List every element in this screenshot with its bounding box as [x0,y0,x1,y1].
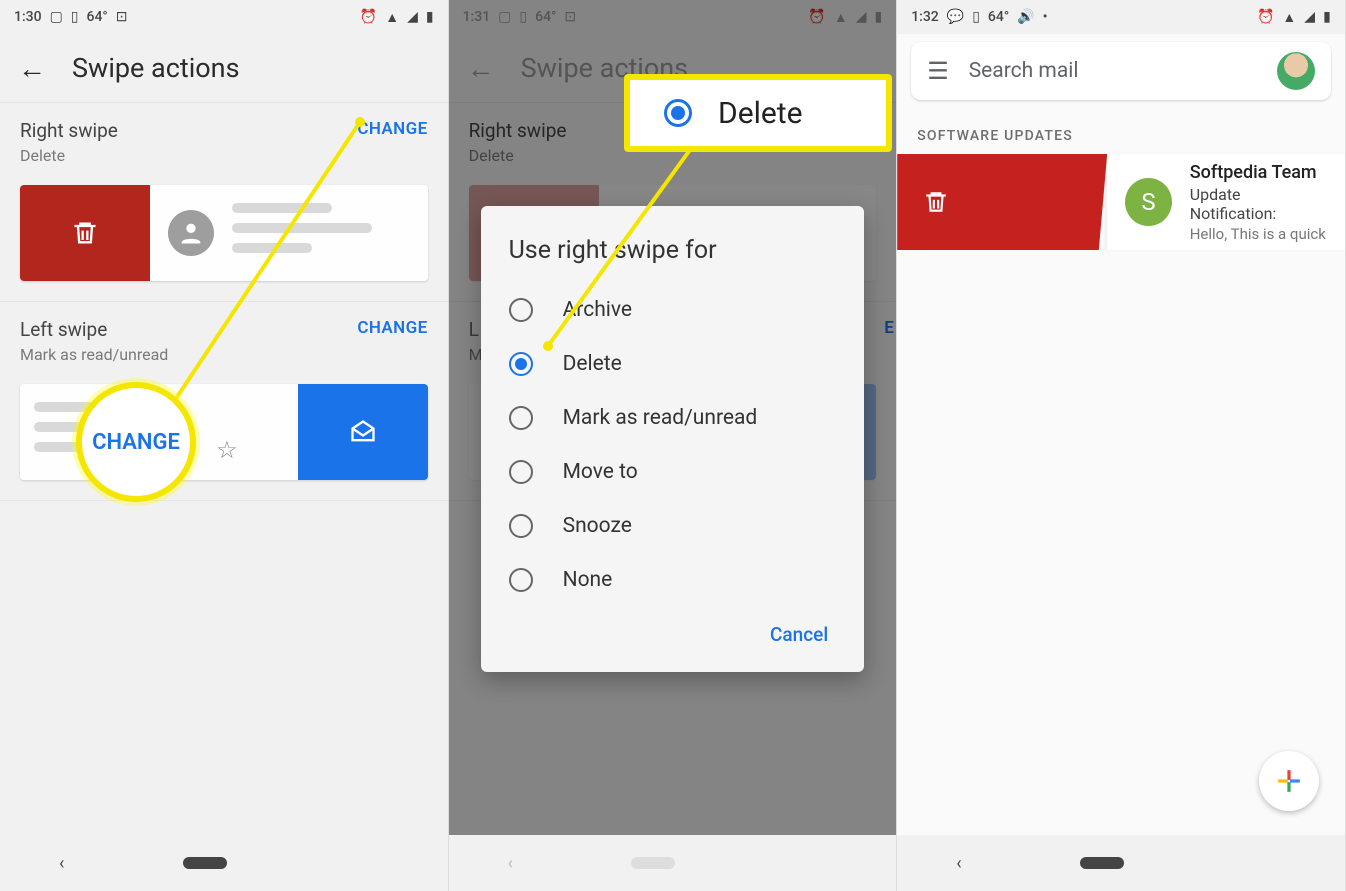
callout-change-highlight: CHANGE [76,382,196,502]
radio-unselected-icon [509,514,533,538]
change-left-swipe-button[interactable]: CHANGE [357,318,427,338]
radio-selected-icon [509,352,533,376]
radio-unselected-icon [509,568,533,592]
dialog-title: Use right swipe for [481,236,865,283]
dialog-cancel-button[interactable]: Cancel [481,607,865,664]
right-swipe-value: Delete [20,146,118,165]
dot-icon: • [1043,9,1048,25]
android-nav-bar: ‹ [0,835,448,891]
option-label: Delete [563,352,622,376]
option-delete[interactable]: Delete [481,337,865,391]
mail-text: Softpedia Team Update Notification: Hell… [1190,162,1327,243]
search-bar[interactable]: ☰ Search mail [911,42,1331,100]
mail-item[interactable]: S Softpedia Team Update Notification: He… [1107,154,1345,250]
screen-swipe-actions-settings: 1:30 ▢ ▯ 64° ⊡ ⏰ ▲ ◢ ▮ ← Swipe actions R… [0,0,449,891]
messenger-icon: 💬 [947,9,964,25]
left-swipe-value: Mark as read/unread [20,345,168,364]
alarm-icon: ⏰ [1257,9,1274,25]
avatar-letter: S [1141,188,1155,216]
mail-from: Softpedia Team [1190,162,1327,183]
right-swipe-label: Right swipe [20,119,118,142]
swipe-action-red [20,185,150,281]
callout-delete-label: Delete [718,96,803,131]
mail-item-swiping[interactable]: S Softpedia Team Update Notification: He… [897,154,1345,250]
option-label: Mark as read/unread [563,406,758,430]
swipe-delete-reveal [897,154,1107,250]
left-swipe-label: Left swipe [20,318,168,341]
callout-delete-highlight: Delete [624,74,892,152]
section-right-swipe: Right swipe Delete CHANGE [0,102,448,302]
sender-avatar: S [1125,178,1172,226]
battery-icon: ▮ [426,9,434,25]
radio-unselected-icon [509,460,533,484]
option-label: Snooze [563,514,632,538]
signal-icon: ◢ [1304,9,1315,25]
star-icon: ☆ [216,436,238,464]
search-placeholder: Search mail [969,59,1257,83]
nav-back-icon[interactable]: ‹ [59,853,64,874]
screen-gmail-inbox: 1:32 💬 ▯ 64° 🔊 • ⏰ ▲ ◢ ▮ ☰ Search mail S… [897,0,1346,891]
mail-snippet: Hello, This is a quick [1190,225,1327,243]
wifi-icon: ▲ [1282,9,1296,26]
section-left-swipe: Left swipe Mark as read/unread CHANGE ☆ [0,302,448,501]
radio-unselected-icon [509,406,533,430]
mail-open-icon [348,418,378,446]
option-mark-read[interactable]: Mark as read/unread [481,391,865,445]
android-nav-bar: ‹ [449,835,897,891]
option-label: Move to [563,460,638,484]
page-title: Swipe actions [72,52,240,84]
swipe-action-blue [298,384,428,480]
nav-back-icon[interactable]: ‹ [956,853,961,874]
inbox-section-label: SOFTWARE UPDATES [897,108,1345,154]
avatar-icon [168,210,214,256]
placeholder-lines [232,203,372,263]
hamburger-icon[interactable]: ☰ [927,57,949,85]
option-snooze[interactable]: Snooze [481,499,865,553]
swipe-action-dialog: Use right swipe for Archive Delete Mark … [481,206,865,672]
sd-icon: ▯ [972,9,980,25]
wifi-icon: ▲ [385,9,399,26]
app-bar: ← Swipe actions [0,34,448,102]
nav-home-pill[interactable] [631,857,675,869]
weather-temp: 64° [87,9,108,25]
callout-change-label: CHANGE [92,430,180,455]
trash-icon [71,218,99,248]
status-bar: 1:30 ▢ ▯ 64° ⊡ ⏰ ▲ ◢ ▮ [0,0,448,34]
compose-fab[interactable] [1259,751,1319,811]
battery-icon: ▮ [1323,9,1331,25]
mail-subject: Update Notification: [1190,185,1327,223]
right-swipe-preview [20,185,428,281]
voice-icon: 🔊 [1017,9,1034,25]
nav-home-pill[interactable] [183,857,227,869]
status-time: 1:30 [14,9,42,25]
radio-unselected-icon [509,298,533,322]
option-label: Archive [563,298,632,322]
option-label: None [563,568,613,592]
back-arrow-icon[interactable]: ← [18,52,46,85]
option-none[interactable]: None [481,553,865,607]
translate-icon: ⊡ [116,9,128,25]
trash-icon [923,188,949,216]
status-time: 1:32 [911,9,939,25]
weather-temp: 64° [988,9,1009,25]
signal-icon: ◢ [407,9,418,25]
image-icon: ▢ [50,9,63,25]
change-right-swipe-button[interactable]: CHANGE [357,119,427,139]
profile-avatar[interactable] [1277,52,1315,90]
alarm-icon: ⏰ [360,9,377,25]
option-move-to[interactable]: Move to [481,445,865,499]
android-nav-bar: ‹ [897,835,1345,891]
option-archive[interactable]: Archive [481,283,865,337]
radio-selected-icon [664,99,692,127]
nav-back-icon[interactable]: ‹ [508,853,513,874]
plus-multicolor-icon [1276,768,1302,794]
sd-icon: ▯ [71,9,79,25]
status-bar: 1:32 💬 ▯ 64° 🔊 • ⏰ ▲ ◢ ▮ [897,0,1345,34]
nav-home-pill[interactable] [1080,857,1124,869]
preview-mail-row [150,185,428,281]
